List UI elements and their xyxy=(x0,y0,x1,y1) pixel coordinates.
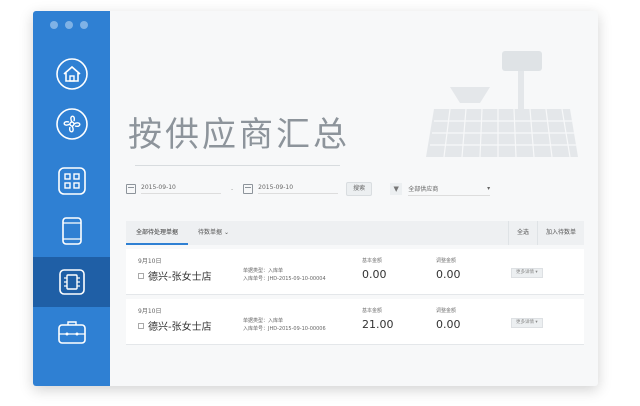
nav-item-home[interactable] xyxy=(33,49,110,99)
list-item[interactable]: 9月10日 德兴-张女士店 单据类型：入库单 入库单号：JHD-2015-09-… xyxy=(126,249,584,295)
adjust-amount-label: 调整金额 xyxy=(436,308,457,314)
base-amount-label: 基本金额 xyxy=(362,308,383,314)
search-button[interactable]: 搜索 xyxy=(346,182,373,196)
window-dot[interactable] xyxy=(80,21,88,29)
record-doc-type: 单据类型：入库单 xyxy=(243,268,284,274)
title-divider xyxy=(135,165,340,166)
nav-item-grid[interactable] xyxy=(33,156,110,206)
add-to-list-button[interactable]: 加入待数单 xyxy=(536,221,584,245)
date-from-picker[interactable]: 2015-09-10 xyxy=(126,181,221,197)
record-action-button[interactable]: 更多详情 ▾ xyxy=(511,268,543,278)
chip-icon xyxy=(58,269,85,295)
tablet-icon xyxy=(61,217,82,245)
nav-item-toolbox[interactable] xyxy=(33,307,110,357)
nav-item-fan[interactable] xyxy=(33,99,110,149)
record-date: 9月10日 xyxy=(138,308,162,315)
calendar-icon xyxy=(243,184,254,194)
date-to-picker[interactable]: 2015-09-10 xyxy=(243,181,339,197)
adjust-amount-label: 调整金额 xyxy=(436,258,457,264)
record-base-amount: 基本金额 0.00 xyxy=(362,257,387,281)
sidebar xyxy=(33,11,110,386)
record-doc-info: 单据类型：入库单 入库单号：JHD-2015-09-10-00006 xyxy=(243,317,326,333)
home-icon xyxy=(55,58,88,90)
filter-bar: 2015-09-10 - 2015-09-10 搜索 ▼ 全部供应商 ▾ xyxy=(126,174,584,204)
record-doc-number: 入库单号：JHD-2015-09-10-00006 xyxy=(243,326,326,332)
adjust-amount-value: 0.00 xyxy=(436,268,461,281)
checkbox[interactable] xyxy=(138,272,144,279)
record-doc-type: 单据类型：入库单 xyxy=(243,318,284,324)
record-store: 德兴-张女士店 xyxy=(138,318,212,333)
tabs-bar: 全部待处理单据 待数单据 ⌄ 全选 加入待数单 xyxy=(126,221,584,245)
toolbox-icon xyxy=(57,321,86,344)
record-action-label: 更多详情 xyxy=(516,270,534,275)
record-store-name: 德兴-张女士店 xyxy=(148,322,212,333)
nav-item-tablet[interactable] xyxy=(33,206,110,256)
select-all-button[interactable]: 全选 xyxy=(507,221,537,245)
tab-all-pending[interactable]: 全部待处理单据 xyxy=(126,221,189,245)
date-to-value: 2015-09-10 xyxy=(258,184,339,194)
record-store: 德兴-张女士店 xyxy=(138,268,212,283)
tab-actions: 全选 加入待数单 xyxy=(507,221,584,245)
record-adjust-amount: 调整金额 0.00 xyxy=(436,257,461,281)
adjust-amount-value: 0.00 xyxy=(436,318,461,331)
date-separator: - xyxy=(231,185,234,193)
record-doc-number: 入库单号：JHD-2015-09-10-00004 xyxy=(243,276,326,282)
window-dot[interactable] xyxy=(65,21,73,29)
chevron-down-icon: ⌄ xyxy=(223,229,229,236)
chevron-down-icon: ▾ xyxy=(487,185,491,192)
main-content: 按供应商汇总 2015-09-10 - 2015-09-10 搜索 ▼ 全部供应… xyxy=(110,11,598,386)
window-controls xyxy=(50,21,88,29)
base-amount-label: 基本金额 xyxy=(362,258,383,264)
page-title: 按供应商汇总 xyxy=(128,115,350,155)
record-action-label: 更多详情 xyxy=(516,320,534,325)
date-from-value: 2015-09-10 xyxy=(141,184,221,194)
record-store-name: 德兴-张女士店 xyxy=(148,272,212,283)
record-doc-info: 单据类型：入库单 入库单号：JHD-2015-09-10-00004 xyxy=(243,267,326,283)
record-date: 9月10日 xyxy=(138,258,162,265)
supplier-select[interactable]: 全部供应商 ▾ xyxy=(408,182,491,196)
tab-pending-count-label: 待数单据 xyxy=(198,229,223,236)
tab-pending-count[interactable]: 待数单据 ⌄ xyxy=(188,221,239,245)
funnel-icon[interactable]: ▼ xyxy=(390,183,403,195)
app-window: 按供应商汇总 2015-09-10 - 2015-09-10 搜索 ▼ 全部供应… xyxy=(33,11,598,386)
record-base-amount: 基本金额 21.00 xyxy=(362,307,394,331)
base-amount-value: 0.00 xyxy=(362,268,387,281)
grid-icon xyxy=(57,167,86,195)
record-adjust-amount: 调整金额 0.00 xyxy=(436,307,461,331)
window-dot[interactable] xyxy=(50,21,58,29)
fan-icon xyxy=(55,108,88,140)
supplier-select-value: 全部供应商 xyxy=(408,186,439,193)
nav-item-chip[interactable] xyxy=(33,257,110,307)
record-action-button[interactable]: 更多详情 ▾ xyxy=(511,318,543,328)
calendar-icon xyxy=(126,184,136,194)
checkbox[interactable] xyxy=(138,322,144,329)
base-amount-value: 21.00 xyxy=(362,318,394,331)
list-item[interactable]: 9月10日 德兴-张女士店 单据类型：入库单 入库单号：JHD-2015-09-… xyxy=(126,299,584,345)
cash-register-illustration xyxy=(426,51,578,158)
